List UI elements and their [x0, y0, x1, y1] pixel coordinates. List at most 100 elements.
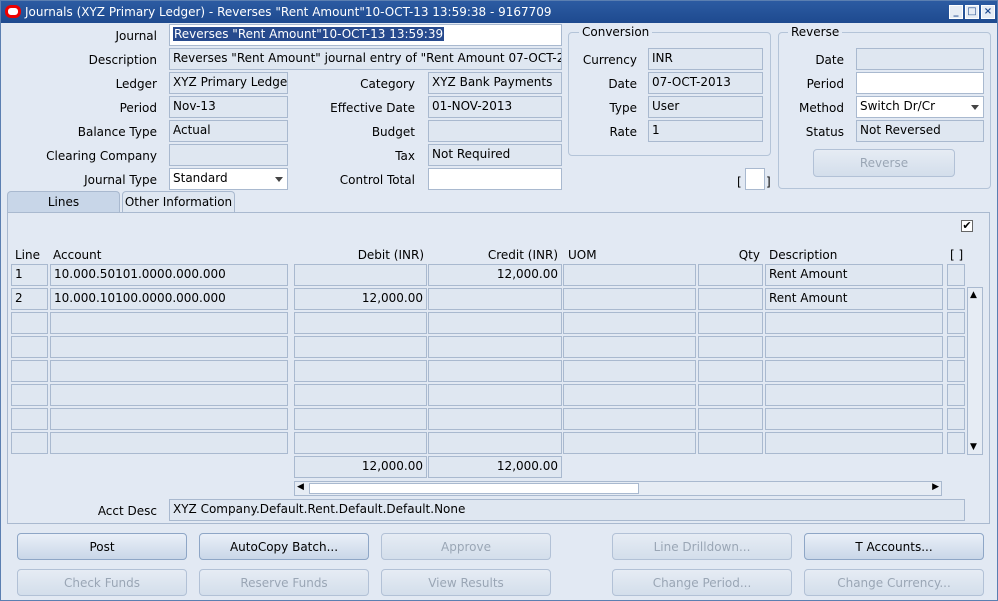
cell-debit[interactable]	[294, 360, 427, 382]
cell-qty[interactable]	[698, 432, 763, 454]
balance-type-field[interactable]: Actual	[169, 120, 288, 142]
cell-credit[interactable]	[428, 384, 562, 406]
approve-button[interactable]: Approve	[381, 533, 551, 560]
vertical-scrollbar[interactable]: ▲ ▼	[967, 287, 983, 455]
reverse-button[interactable]: Reverse	[813, 149, 955, 177]
cell-description[interactable]	[765, 408, 943, 430]
scroll-up-icon[interactable]: ▲	[970, 290, 977, 300]
conversion-date-field[interactable]: 07-OCT-2013	[648, 72, 763, 94]
cell-description[interactable]	[765, 336, 943, 358]
cell-uom[interactable]	[563, 312, 696, 334]
cell-credit[interactable]	[428, 408, 562, 430]
change-currency-button[interactable]: Change Currency...	[804, 569, 984, 596]
reverse-date-field[interactable]	[856, 48, 984, 70]
cell-credit[interactable]	[428, 312, 562, 334]
reverse-status-field[interactable]: Not Reversed	[856, 120, 984, 142]
scroll-thumb[interactable]	[309, 483, 639, 494]
cell-line[interactable]	[11, 384, 48, 406]
cell-account[interactable]	[50, 432, 288, 454]
cell-account[interactable]	[50, 408, 288, 430]
cell-credit[interactable]: 12,000.00	[428, 264, 562, 286]
cell-account[interactable]	[50, 312, 288, 334]
cell-flex[interactable]	[947, 264, 965, 286]
cell-line[interactable]	[11, 360, 48, 382]
cell-description[interactable]	[765, 432, 943, 454]
cell-account[interactable]	[50, 360, 288, 382]
currency-field[interactable]: INR	[648, 48, 763, 70]
cell-flex[interactable]	[947, 312, 965, 334]
scroll-down-icon[interactable]: ▼	[970, 442, 977, 452]
cell-qty[interactable]	[698, 312, 763, 334]
cell-flex[interactable]	[947, 288, 965, 310]
journal-type-select[interactable]: Standard	[169, 168, 288, 190]
cell-credit[interactable]	[428, 336, 562, 358]
acct-desc-field[interactable]: XYZ Company.Default.Rent.Default.Default…	[169, 499, 965, 521]
select-all-checkbox[interactable]: ✔	[961, 220, 973, 232]
cell-description[interactable]: Rent Amount	[765, 264, 943, 286]
minimize-icon[interactable]: _	[949, 5, 963, 19]
clearing-company-field[interactable]	[169, 144, 288, 166]
cell-debit[interactable]	[294, 264, 427, 286]
tab-lines[interactable]: Lines	[7, 191, 120, 213]
cell-flex[interactable]	[947, 384, 965, 406]
cell-flex[interactable]	[947, 336, 965, 358]
cell-account[interactable]: 10.000.10100.0000.000.000	[50, 288, 288, 310]
cell-line[interactable]: 2	[11, 288, 48, 310]
budget-field[interactable]	[428, 120, 562, 142]
cell-line[interactable]	[11, 432, 48, 454]
check-funds-button[interactable]: Check Funds	[17, 569, 187, 596]
cell-debit[interactable]: 12,000.00	[294, 288, 427, 310]
tax-field[interactable]: Not Required	[428, 144, 562, 166]
tab-other-information[interactable]: Other Information	[122, 191, 235, 213]
post-button[interactable]: Post	[17, 533, 187, 560]
description-field[interactable]: Reverses "Rent Amount" journal entry of …	[169, 48, 562, 70]
cell-uom[interactable]	[563, 336, 696, 358]
cell-line[interactable]	[11, 312, 48, 334]
flexfield[interactable]	[745, 168, 765, 190]
cell-flex[interactable]	[947, 408, 965, 430]
autocopy-batch-button[interactable]: AutoCopy Batch...	[199, 533, 369, 560]
cell-description[interactable]	[765, 360, 943, 382]
line-drilldown-button[interactable]: Line Drilldown...	[612, 533, 792, 560]
cell-uom[interactable]	[563, 264, 696, 286]
cell-line[interactable]	[11, 336, 48, 358]
change-period-button[interactable]: Change Period...	[612, 569, 792, 596]
cell-description[interactable]	[765, 312, 943, 334]
cell-qty[interactable]	[698, 336, 763, 358]
close-icon[interactable]: ×	[981, 5, 995, 19]
cell-line[interactable]	[11, 408, 48, 430]
period-field[interactable]: Nov-13	[169, 96, 288, 118]
cell-debit[interactable]	[294, 384, 427, 406]
cell-credit[interactable]	[428, 432, 562, 454]
journal-field[interactable]: Reverses "Rent Amount"10-OCT-13 13:59:39	[169, 24, 562, 46]
cell-credit[interactable]	[428, 288, 562, 310]
effective-date-field[interactable]: 01-NOV-2013	[428, 96, 562, 118]
reserve-funds-button[interactable]: Reserve Funds	[199, 569, 369, 596]
horizontal-scrollbar[interactable]: ◀ ▶	[294, 481, 942, 496]
maximize-icon[interactable]: □	[965, 5, 979, 19]
ledger-field[interactable]: XYZ Primary Ledger	[169, 72, 288, 94]
t-accounts-button[interactable]: T Accounts...	[804, 533, 984, 560]
scroll-left-icon[interactable]: ◀	[297, 482, 304, 492]
control-total-field[interactable]	[428, 168, 562, 190]
cell-uom[interactable]	[563, 288, 696, 310]
reverse-period-field[interactable]	[856, 72, 984, 94]
cell-qty[interactable]	[698, 360, 763, 382]
cell-uom[interactable]	[563, 384, 696, 406]
cell-description[interactable]: Rent Amount	[765, 288, 943, 310]
cell-uom[interactable]	[563, 408, 696, 430]
cell-flex[interactable]	[947, 432, 965, 454]
cell-debit[interactable]	[294, 336, 427, 358]
view-results-button[interactable]: View Results	[381, 569, 551, 596]
cell-account[interactable]: 10.000.50101.0000.000.000	[50, 264, 288, 286]
cell-account[interactable]	[50, 384, 288, 406]
cell-qty[interactable]	[698, 408, 763, 430]
cell-debit[interactable]	[294, 408, 427, 430]
cell-debit[interactable]	[294, 432, 427, 454]
cell-line[interactable]: 1	[11, 264, 48, 286]
cell-account[interactable]	[50, 336, 288, 358]
cell-description[interactable]	[765, 384, 943, 406]
cell-uom[interactable]	[563, 360, 696, 382]
conversion-rate-field[interactable]: 1	[648, 120, 763, 142]
cell-qty[interactable]	[698, 264, 763, 286]
